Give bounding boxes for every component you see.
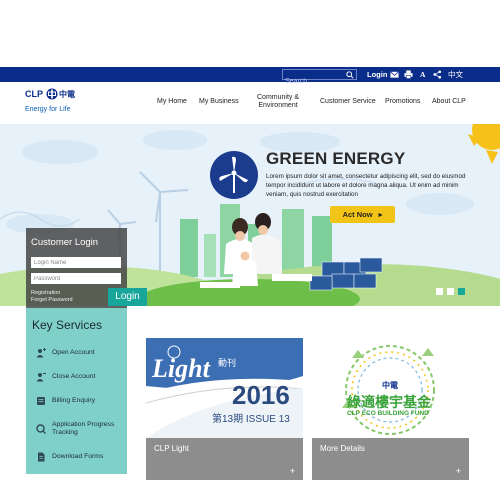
- logo-brand: CLP: [25, 89, 43, 99]
- card-title: More Details: [320, 444, 365, 453]
- clp-light-issue: 第13期 ISSUE 13: [212, 414, 290, 425]
- person-add-icon: [36, 348, 46, 358]
- service-label: Close Account: [52, 373, 96, 380]
- nav-customer-service[interactable]: Customer Service: [320, 98, 376, 106]
- registration-link[interactable]: Registration: [31, 290, 60, 296]
- clp-light-cover: Light 動刊 2016 第13期 ISSUE 13: [146, 338, 303, 438]
- slide-dot-3[interactable]: [458, 288, 465, 295]
- logo-tagline: Energy for Life: [25, 106, 71, 113]
- language-toggle[interactable]: 中文: [448, 69, 463, 80]
- key-services-title: Key Services: [32, 318, 103, 332]
- wind-turbine-icon: [210, 151, 258, 199]
- eco-fund-cn-top: 中電: [382, 381, 398, 390]
- slide-dot-1[interactable]: [436, 288, 443, 295]
- search-icon[interactable]: [346, 71, 354, 79]
- share-icon[interactable]: [433, 70, 442, 79]
- billing-icon: [37, 397, 45, 405]
- nav-community-line1: Community &: [257, 94, 300, 101]
- nav-community-environment[interactable]: Community & Environment: [257, 94, 299, 110]
- card-caption: CLP Light +: [146, 438, 303, 480]
- customer-login-panel: Customer Login Registration Forget Passw…: [26, 228, 147, 308]
- plus-icon[interactable]: +: [456, 466, 461, 476]
- eco-fund-cn-main: 綠適樓宇基金: [347, 394, 431, 410]
- act-now-label: Act Now: [342, 210, 373, 219]
- top-login-link[interactable]: Login: [367, 69, 387, 80]
- act-now-button[interactable]: Act Now ▸: [330, 206, 395, 223]
- password-field[interactable]: [31, 273, 121, 284]
- hero-title: GREEN ENERGY: [266, 149, 406, 168]
- chevron-right-icon: ▸: [378, 210, 383, 219]
- service-label-line2: Tracking: [52, 429, 78, 436]
- clp-logo[interactable]: CLP 中電 Energy for Life: [25, 88, 85, 120]
- key-services-panel: Key Services Open Account Close Account …: [26, 308, 127, 474]
- service-label: Open Account: [52, 349, 95, 356]
- service-label-line1: Application Progress: [52, 421, 115, 428]
- hero-body: Lorem ipsum dolor sit amet, consectetur …: [266, 173, 466, 198]
- search-box[interactable]: [282, 69, 357, 86]
- nav-my-home[interactable]: My Home: [157, 98, 187, 106]
- card-eco-building-fund[interactable]: 中電 綠適樓宇基金 CLP ECO BUILDING FUND More Det…: [312, 338, 469, 480]
- service-label: Download Forms: [52, 453, 104, 460]
- plus-icon[interactable]: +: [290, 466, 295, 476]
- person-remove-icon: [36, 373, 46, 382]
- nav-my-business[interactable]: My Business: [199, 98, 239, 106]
- print-icon[interactable]: [404, 70, 413, 79]
- login-title: Customer Login: [31, 237, 99, 248]
- eco-fund-en: CLP ECO BUILDING FUND: [347, 410, 429, 417]
- login-name-field[interactable]: [31, 257, 121, 268]
- eco-fund-cover: 中電 綠適樓宇基金 CLP ECO BUILDING FUND: [312, 338, 469, 438]
- service-label: Billing Enquiry: [52, 397, 96, 404]
- nav-promotions[interactable]: Promotions: [385, 98, 420, 106]
- font-size-button[interactable]: A: [420, 69, 425, 80]
- search-input[interactable]: [283, 77, 345, 86]
- mail-icon[interactable]: [390, 70, 399, 79]
- card-title: CLP Light: [154, 444, 189, 453]
- nav-community-line2: Environment: [258, 102, 298, 109]
- card-clp-light[interactable]: Light 動刊 2016 第13期 ISSUE 13 CLP Light +: [146, 338, 303, 480]
- card-caption: More Details +: [312, 438, 469, 480]
- slide-dot-2[interactable]: [447, 288, 454, 295]
- login-button[interactable]: Login: [108, 288, 147, 306]
- document-icon: [38, 452, 45, 462]
- clp-light-word: Light: [152, 354, 210, 383]
- forget-password-link[interactable]: Forget Password: [31, 297, 73, 303]
- utility-bar: Login A 中文: [0, 67, 500, 86]
- clp-logo-mark-icon: [46, 88, 58, 100]
- clp-light-cn: 動刊: [218, 358, 237, 368]
- nav-about-clp[interactable]: About CLP: [432, 98, 466, 106]
- clp-light-year: 2016: [232, 380, 290, 410]
- search-progress-icon: [36, 424, 46, 434]
- logo-brand-cn: 中電: [59, 90, 75, 99]
